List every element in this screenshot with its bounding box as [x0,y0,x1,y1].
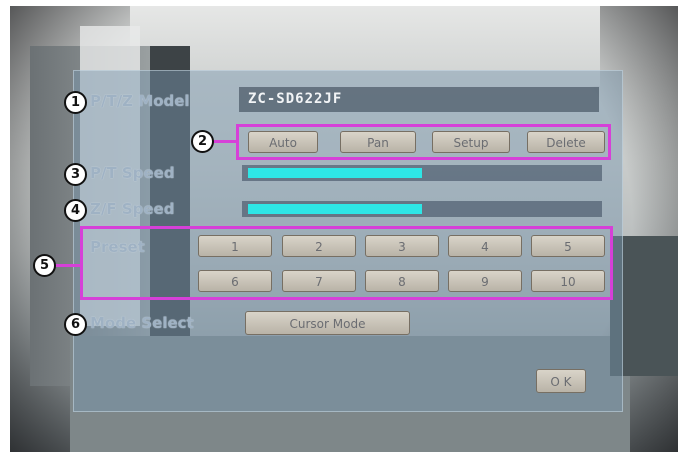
preset-callout-line [53,264,81,267]
callout-1-badge: 1 [64,91,87,114]
ok-button[interactable]: O K [536,369,586,393]
preset-highlight-box [80,226,613,300]
pt-speed-fill [248,168,422,178]
callout-4-badge: 4 [64,199,87,222]
ptz-model-label: P/T/Z Model [90,92,190,110]
ptz-model-value: ZC-SD622JF [248,91,343,107]
mode-select-label: Mode Select [90,314,194,332]
actions-callout-line [212,140,237,143]
callout-5-badge: 5 [33,254,56,277]
pt-speed-label: P/T Speed [90,164,175,182]
zf-speed-label: Z/F Speed [90,200,175,218]
callout-6-badge: 6 [64,313,87,336]
cursor-mode-button[interactable]: Cursor Mode [245,311,410,335]
zf-speed-fill [248,204,422,214]
callout-2-badge: 2 [191,130,214,153]
callout-3-badge: 3 [64,163,87,186]
actions-highlight-box [236,124,611,160]
